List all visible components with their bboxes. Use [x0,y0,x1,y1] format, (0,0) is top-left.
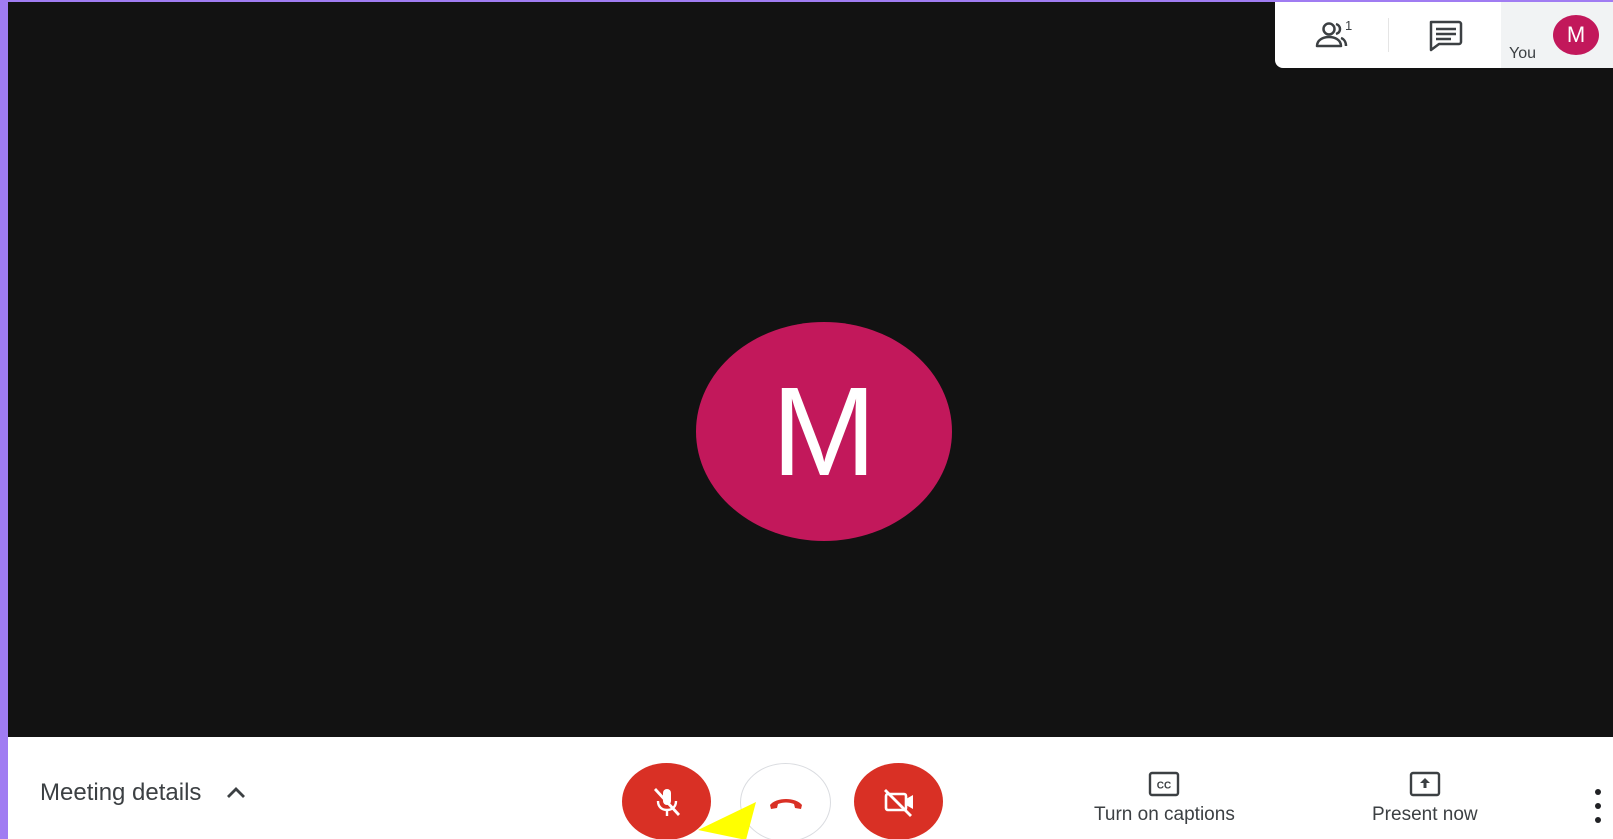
chat-icon [1429,20,1462,52]
more-vert-dot [1595,817,1601,823]
more-options-button[interactable] [1590,789,1606,823]
main-video-area: M [8,2,1613,737]
captions-label: Turn on captions [1094,804,1235,825]
mic-off-icon [653,787,680,816]
top-right-panel: 1 You M [1275,2,1613,68]
camera-off-icon [883,788,913,817]
closed-captions-icon: CC [1149,771,1180,797]
pointer-arrow-annotation [698,802,756,839]
svg-text:CC: CC [1157,781,1171,792]
chat-button[interactable] [1388,2,1501,68]
self-label: You [1509,45,1536,62]
show-participants-button[interactable]: 1 [1275,2,1388,68]
meet-window: M 1 You M Meeting details CC Turn on cap… [8,2,1613,839]
more-vert-dot [1595,803,1601,809]
meeting-details-button[interactable]: Meeting details [40,779,249,807]
present-now-button[interactable]: Present now [1372,769,1478,826]
turn-on-captions-button[interactable]: CC Turn on captions [1094,769,1235,826]
bottom-control-bar: Meeting details CC Turn on captions Pres… [8,737,1613,839]
phone-hangup-icon [769,798,802,809]
participant-initial: M [771,361,877,502]
meeting-details-label: Meeting details [40,779,202,806]
chevron-up-icon [227,787,246,798]
more-vert-icon [1595,789,1601,795]
self-view-tile[interactable]: You M [1501,2,1613,68]
participant-count-badge: 1 [1345,18,1353,33]
present-screen-icon [1409,771,1441,797]
participant-avatar: M [696,322,952,541]
self-avatar: M [1553,15,1599,55]
camera-toggle-button[interactable] [854,763,943,839]
self-initial: M [1566,22,1586,47]
present-label: Present now [1372,804,1478,825]
